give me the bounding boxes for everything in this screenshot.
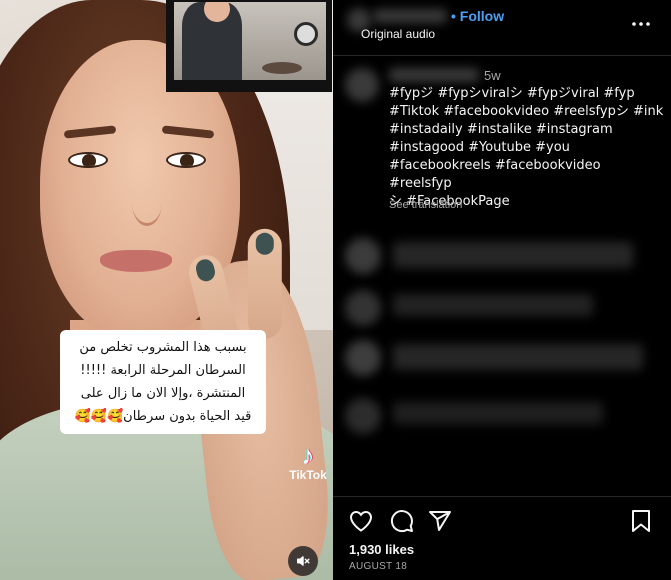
blurred-comment [393,402,603,424]
eye-right [166,152,206,168]
likes-count[interactable]: 1,930 likes [349,542,414,557]
nose [132,180,162,226]
original-audio-link[interactable]: Original audio [361,27,435,41]
actions-divider [333,496,671,497]
save-button[interactable] [628,508,654,534]
hashtag-line[interactable]: #facebookreels #facebookvideo #reelsfyp [389,157,665,193]
tiktok-watermark-text: TikTok [289,468,327,482]
blurred-comment [393,294,593,316]
comment-avatar[interactable] [345,290,381,326]
comment-avatar[interactable] [345,340,381,376]
comment-button[interactable] [389,508,415,534]
like-button[interactable] [348,508,374,534]
comment-avatar[interactable] [345,398,381,434]
pip-pot [262,62,302,74]
post-caption-hashtags: #fypジ #fypシviralシ #fypジviral #fyp #Tikto… [389,85,665,211]
nail [194,257,217,284]
pip-kitchen-scene [174,2,326,80]
nail [255,232,274,255]
caption-line: قيد الحياة بدون سرطان🥰🥰🥰 [74,409,252,424]
header-divider [333,55,671,56]
commenter-avatar[interactable] [345,68,379,102]
post-panel: • Follow Original audio 5w #fypジ #fypシvi… [333,0,671,580]
see-translation-link[interactable]: See translation [389,199,462,211]
mouth [100,250,172,272]
caption-line: بسبب هذا المشروب تخلص من [79,340,247,355]
tiktok-watermark: ♪ TikTok [287,440,329,482]
comment-timestamp: 5w [484,68,501,83]
more-options-button[interactable] [629,12,653,36]
muted-speaker-icon [297,556,310,566]
comment-avatar[interactable] [345,238,381,274]
video-caption-overlay: بسبب هذا المشروب تخلص من السرطان المرحلة… [60,330,266,434]
bookmark-icon [632,510,650,532]
post-date: AUGUST 18 [349,561,408,572]
hashtag-line[interactable]: #fypジ #fypシviralシ #fypジviral #fyp [389,85,665,103]
blurred-comment [393,344,643,370]
tiktok-logo-icon: ♪ [301,440,315,470]
hashtag-line[interactable]: #instadaily #instalike #instagram [389,121,665,139]
follow-label: Follow [459,8,505,24]
more-options-icon [632,22,650,26]
blurred-comment [393,242,633,268]
caption-line: السرطان المرحلة الرابعة !!!!! [80,363,246,378]
heart-icon [349,510,373,532]
pip-wall-clock [294,22,318,46]
picture-in-picture-video [166,0,332,92]
finger [247,228,282,339]
comment-icon [390,510,413,533]
mute-button[interactable] [288,546,318,576]
share-icon [429,511,451,531]
hashtag-line[interactable]: #instagood #Youtube #you [389,139,665,157]
hashtag-line[interactable]: #Tiktok #facebookvideo #reelsfypシ #ink [389,103,665,121]
follow-button[interactable]: • Follow [451,8,504,24]
eye-left [68,152,108,168]
eyebrow-left [63,125,117,139]
caption-line: المنتشرة ،وإلا الان ما زال على [80,386,246,401]
commenter-username[interactable] [389,68,479,82]
post-header: • Follow Original audio [333,0,671,50]
eyebrow-right [161,125,215,139]
share-button[interactable] [427,508,453,534]
username-link[interactable] [373,9,447,23]
reel-video[interactable]: بسبب هذا المشروب تخلص من السرطان المرحلة… [0,0,333,580]
